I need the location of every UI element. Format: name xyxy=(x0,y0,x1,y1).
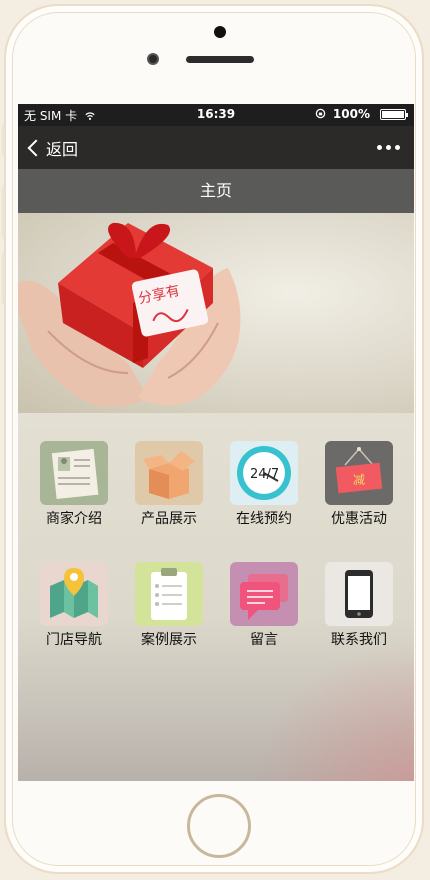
volume-up-button xyxy=(2,186,5,238)
mobile-phone-icon xyxy=(325,562,393,626)
clock-24-7-icon: 24/7 xyxy=(230,441,298,505)
menu-item-online-booking[interactable]: 24/7 在线预约 xyxy=(221,441,307,528)
menu-item-label: 在线预约 xyxy=(236,511,292,527)
proximity-sensor xyxy=(147,53,159,65)
volume-down-button xyxy=(2,252,5,304)
nav-bar: 返回 xyxy=(18,126,414,169)
app-screen: 无 SIM 卡 16:39 100% 返回 主页 分享有 商家介绍 产品展示 2… xyxy=(18,104,414,781)
menu-item-label: 商家介绍 xyxy=(46,511,102,527)
profile-card-icon xyxy=(40,441,108,505)
more-options-button[interactable] xyxy=(377,145,400,150)
menu-item-label: 门店导航 xyxy=(46,632,102,648)
menu-item-label: 案例展示 xyxy=(141,632,197,648)
banner-carousel[interactable]: 分享有 xyxy=(18,213,414,511)
menu-item-case-showcase[interactable]: 案例展示 xyxy=(126,562,212,649)
menu-item-promotions[interactable]: 减 优惠活动 xyxy=(316,441,402,528)
menu-item-leave-message[interactable]: 留言 xyxy=(221,562,307,649)
back-button[interactable]: 返回 xyxy=(26,136,78,160)
more-dot xyxy=(395,145,400,150)
clipboard-icon xyxy=(135,562,203,626)
battery-percent: 100% xyxy=(332,107,370,121)
back-label: 返回 xyxy=(46,140,79,159)
chat-bubble-icon xyxy=(230,562,298,626)
home-button[interactable] xyxy=(187,794,251,858)
menu-item-label: 产品展示 xyxy=(141,511,197,527)
menu-item-label: 优惠活动 xyxy=(331,511,387,527)
map-pin-icon xyxy=(40,562,108,626)
menu-item-contact-us[interactable]: 联系我们 xyxy=(316,562,402,649)
sign-text: 减 xyxy=(353,473,365,487)
menu-item-store-navigation[interactable]: 门店导航 xyxy=(31,562,117,649)
menu-item-label: 联系我们 xyxy=(331,632,387,648)
menu-item-products[interactable]: 产品展示 xyxy=(126,441,212,528)
front-camera xyxy=(214,26,226,38)
page-title: 主页 xyxy=(18,169,414,213)
mute-switch xyxy=(2,124,5,154)
menu-item-merchant-intro[interactable]: 商家介绍 xyxy=(31,441,117,528)
battery-icon xyxy=(380,109,408,120)
more-dot xyxy=(377,145,382,150)
more-dot xyxy=(386,145,391,150)
menu-item-label: 留言 xyxy=(250,632,278,648)
battery-status: 100% xyxy=(315,107,370,121)
status-bar: 无 SIM 卡 16:39 100% xyxy=(18,104,414,126)
earpiece-speaker xyxy=(186,56,254,63)
clock-text: 24/7 xyxy=(250,467,279,482)
discount-sign-icon: 减 xyxy=(325,441,393,505)
chevron-left-icon xyxy=(27,139,45,157)
box-icon xyxy=(135,441,203,505)
orientation-lock-icon xyxy=(315,108,326,119)
gift-hands-image: 分享有 xyxy=(18,222,241,407)
